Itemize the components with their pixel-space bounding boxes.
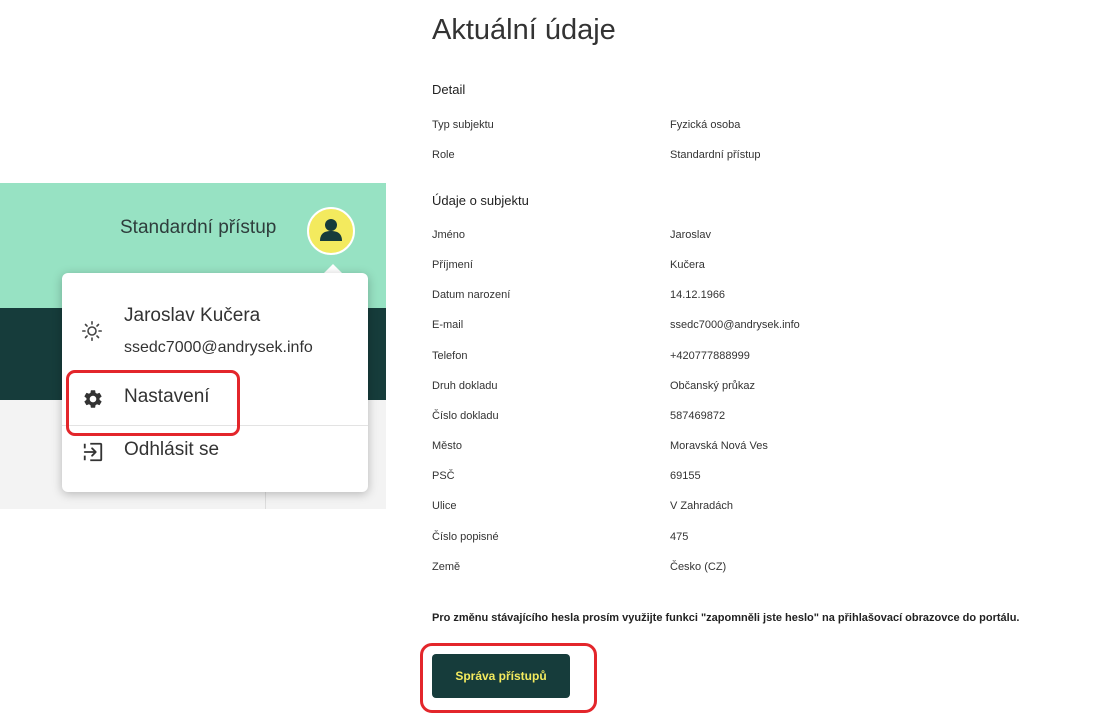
field-label-role: Role [432, 149, 455, 161]
field-label-city: Město [432, 440, 462, 452]
user-name: Jaroslav Kučera [124, 305, 261, 326]
field-value-birth-date: 14.12.1966 [670, 289, 726, 301]
field-value-house-number: 475 [670, 531, 689, 543]
field-label-subject-type: Typ subjektu [432, 119, 494, 131]
field-label-postal-code: PSČ [432, 470, 455, 482]
user-avatar-button[interactable] [307, 207, 355, 255]
field-label-email: E-mail [432, 319, 464, 331]
field-value-document-type: Občanský průkaz [670, 380, 755, 392]
field-label-phone: Telefon [432, 350, 468, 362]
button-highlight-frame [420, 643, 597, 713]
field-value-document-number: 587469872 [670, 410, 726, 422]
field-label-document-number: Číslo dokladu [432, 410, 499, 422]
field-value-phone: +420777888999 [670, 350, 750, 362]
menu-item-logout-label: Odhlásit se [124, 439, 220, 460]
header-role-label: Standardní přístup [120, 217, 277, 238]
field-label-house-number: Číslo popisné [432, 531, 499, 543]
menu-item-logout[interactable]: Odhlásit se [62, 430, 368, 472]
field-label-birth-date: Datum narození [432, 289, 511, 301]
field-value-role: Standardní přístup [670, 149, 761, 161]
field-label-street: Ulice [432, 500, 457, 512]
field-value-last-name: Kučera [670, 259, 705, 271]
section-heading-detail: Detail [432, 82, 466, 97]
password-note: Pro změnu stávajícího hesla prosím využi… [432, 612, 1020, 624]
field-value-first-name: Jaroslav [670, 229, 711, 241]
field-label-last-name: Příjmení [432, 259, 473, 271]
field-value-country: Česko (CZ) [670, 561, 727, 573]
field-value-subject-type: Fyzická osoba [670, 119, 741, 131]
field-value-postal-code: 69155 [670, 470, 701, 482]
field-label-first-name: Jméno [432, 229, 466, 241]
field-value-email: ssedc7000@andrysek.info [670, 319, 800, 331]
field-value-street: V Zahradách [670, 500, 733, 512]
sun-icon [82, 321, 103, 346]
user-email: ssedc7000@andrysek.info [124, 339, 313, 356]
field-value-city: Moravská Nová Ves [670, 440, 768, 452]
field-label-country: Země [432, 561, 461, 573]
user-info: Jaroslav Kučera ssedc7000@andrysek.info [62, 273, 368, 371]
user-icon [320, 219, 342, 241]
app-header-crop: Standardní přístup Jaroslav Kučera ssedc… [0, 183, 386, 509]
field-label-document-type: Druh dokladu [432, 380, 498, 392]
settings-highlight-frame [66, 370, 240, 436]
section-heading-subject: Údaje o subjektu [432, 193, 529, 208]
page-title: Aktuální údaje [432, 14, 616, 46]
logout-icon [82, 441, 104, 468]
